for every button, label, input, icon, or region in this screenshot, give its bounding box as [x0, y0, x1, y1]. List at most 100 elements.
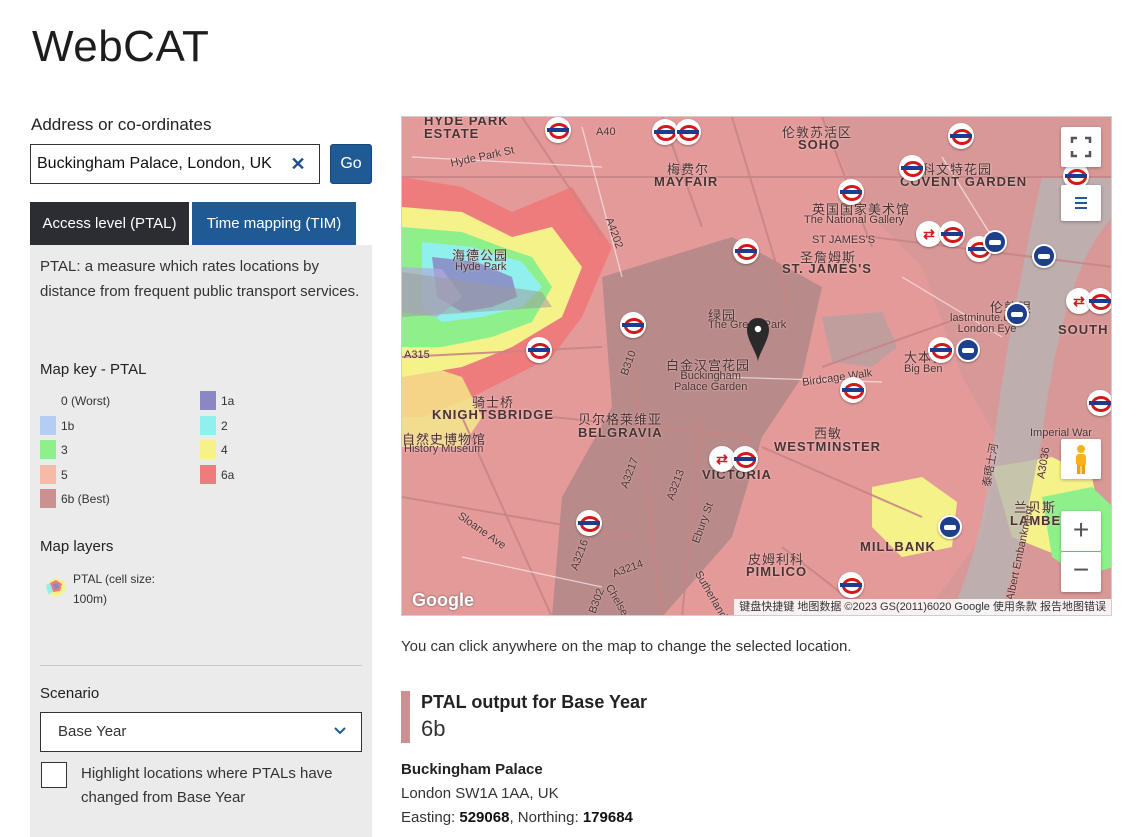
options-panel: PTAL: a measure which rates locations by…: [30, 245, 372, 837]
map-label-soho: SOHO: [798, 137, 841, 152]
map-click-note: You can click anywhere on the map to cha…: [401, 638, 852, 655]
ptal-layer-label: PTAL (cell size: 100m): [73, 572, 156, 606]
map-label-knightsbridge: KNIGHTSBRIDGE: [432, 407, 555, 422]
scenario-select[interactable]: Base Year: [40, 712, 362, 752]
highlight-changes-label: Highlight locations where PTALs have cha…: [81, 765, 333, 806]
map-key-item: 6a: [200, 465, 234, 484]
map-label-palace-garden: Buckingham Palace Garden: [674, 370, 748, 393]
map-key-swatch: [40, 416, 56, 435]
map-key-label: 1b: [61, 418, 75, 433]
underground-icon[interactable]: [733, 238, 759, 264]
map-key-swatch: [40, 465, 56, 484]
map-label-museum: History Museum: [404, 443, 484, 455]
map-key-swatch: [40, 391, 56, 410]
place-coordinates: Easting: 529068, Northing: 179684: [401, 809, 633, 826]
map-key-item: 5: [40, 465, 68, 484]
northing-value: 179684: [582, 809, 633, 826]
map-canvas[interactable]: [402, 117, 1112, 616]
underground-icon[interactable]: [1087, 288, 1111, 314]
zoom-out-button[interactable]: −: [1061, 552, 1101, 592]
map-label-millbank: MILLBANK: [860, 539, 936, 554]
app-title: WebCAT: [32, 22, 210, 71]
underground-icon[interactable]: [939, 221, 965, 247]
underground-icon[interactable]: [620, 312, 646, 338]
map-key-label: 1a: [221, 393, 235, 408]
map-key-item: 2: [200, 416, 228, 435]
map-key-label: 5: [61, 467, 68, 482]
underground-icon[interactable]: [838, 572, 864, 598]
underground-icon[interactable]: [948, 123, 974, 149]
map-label-south: SOUTH: [1058, 322, 1109, 337]
underground-icon[interactable]: [928, 337, 954, 363]
river-bus-icon[interactable]: [1032, 244, 1056, 268]
underground-icon[interactable]: [840, 377, 866, 403]
map-key-heading: Map key - PTAL: [40, 361, 147, 378]
map-layers-heading: Map layers: [40, 538, 114, 555]
map-key-swatch: [200, 416, 216, 435]
river-bus-icon[interactable]: [1005, 302, 1029, 326]
pegman-icon[interactable]: [1061, 439, 1101, 479]
map-key-label: 4: [221, 442, 228, 457]
map-key-swatch: [200, 440, 216, 459]
search-label: Address or co-ordinates: [31, 115, 212, 134]
river-bus-icon[interactable]: [938, 515, 962, 539]
underground-icon[interactable]: [899, 155, 925, 181]
chevron-down-icon: [334, 727, 346, 735]
map-label-mayfair: MAYFAIR: [654, 174, 719, 189]
river-bus-icon[interactable]: [956, 338, 980, 362]
ptal-layer-icon: [46, 578, 66, 597]
location-pin-icon[interactable]: [747, 317, 769, 363]
map-label-belgravia: BELGRAVIA: [578, 425, 663, 440]
map-key-item: 1a: [200, 391, 234, 410]
google-logo: Google: [412, 590, 474, 610]
underground-icon[interactable]: [545, 117, 571, 143]
tab-time-mapping-tim[interactable]: Time mapping (TIM): [192, 202, 356, 245]
map-key-swatch: [200, 465, 216, 484]
ptal-result-value: 6b: [421, 716, 446, 741]
underground-icon[interactable]: [576, 510, 602, 536]
ptal-description: PTAL: a measure which rates locations by…: [40, 258, 360, 300]
ptal-map[interactable]: HYDE PARK ESTATE Hyde Park St A40 伦敦苏活区 …: [401, 116, 1112, 616]
go-button[interactable]: Go: [330, 144, 372, 184]
map-key-item: 1b: [40, 416, 74, 435]
map-label-road: A40: [596, 126, 616, 138]
map-key-swatch: [40, 489, 56, 508]
map-key-label: 3: [61, 442, 68, 457]
northing-label: Northing:: [517, 809, 579, 826]
search-box: ✕: [30, 144, 320, 184]
map-key-swatch: [40, 440, 56, 459]
highlight-changes-checkbox[interactable]: [41, 762, 67, 788]
ptal-result-title: PTAL output for Base Year: [421, 692, 648, 712]
easting-label: Easting:: [401, 809, 456, 826]
map-label-hyde-park: Hyde Park: [455, 261, 507, 273]
zoom-in-button[interactable]: +: [1061, 511, 1101, 551]
map-key-item: 3: [40, 440, 68, 459]
close-icon[interactable]: ✕: [289, 154, 307, 174]
map-label-westminster: WESTMINSTER: [774, 439, 882, 454]
map-label-st-james-upper: ST JAMES'S: [812, 234, 876, 246]
map-key-item: 0 (Worst): [40, 391, 110, 410]
map-label-national-gallery: The National Gallery: [804, 214, 905, 226]
map-key-label: 6a: [221, 467, 235, 482]
scenario-selected: Base Year: [58, 723, 127, 740]
menu-icon[interactable]: [1061, 185, 1101, 221]
river-bus-icon[interactable]: [983, 230, 1007, 254]
underground-icon[interactable]: [526, 337, 552, 363]
place-address: London SW1A 1AA, UK: [401, 785, 559, 802]
easting-value: 529068: [459, 809, 510, 826]
place-name: Buckingham Palace: [401, 761, 543, 778]
underground-icon[interactable]: [1087, 390, 1111, 416]
fullscreen-icon[interactable]: [1061, 127, 1101, 167]
map-attribution[interactable]: 键盘快捷键 地图数据 ©2023 GS(2011)6020 Google 使用条…: [734, 599, 1111, 615]
map-key-item: 4: [200, 440, 228, 459]
underground-icon[interactable]: [732, 446, 758, 472]
map-label-st-james: ST. JAMES'S: [782, 261, 872, 276]
underground-icon[interactable]: [838, 179, 864, 205]
map-key-item: 6b (Best): [40, 489, 110, 508]
map-label-big-ben: Big Ben: [904, 363, 943, 375]
search-input[interactable]: [31, 145, 283, 183]
underground-icon[interactable]: [675, 119, 701, 145]
panel-divider: [40, 665, 362, 666]
map-key-label: 6b (Best): [61, 491, 110, 506]
tab-access-level-ptal[interactable]: Access level (PTAL): [30, 202, 189, 254]
